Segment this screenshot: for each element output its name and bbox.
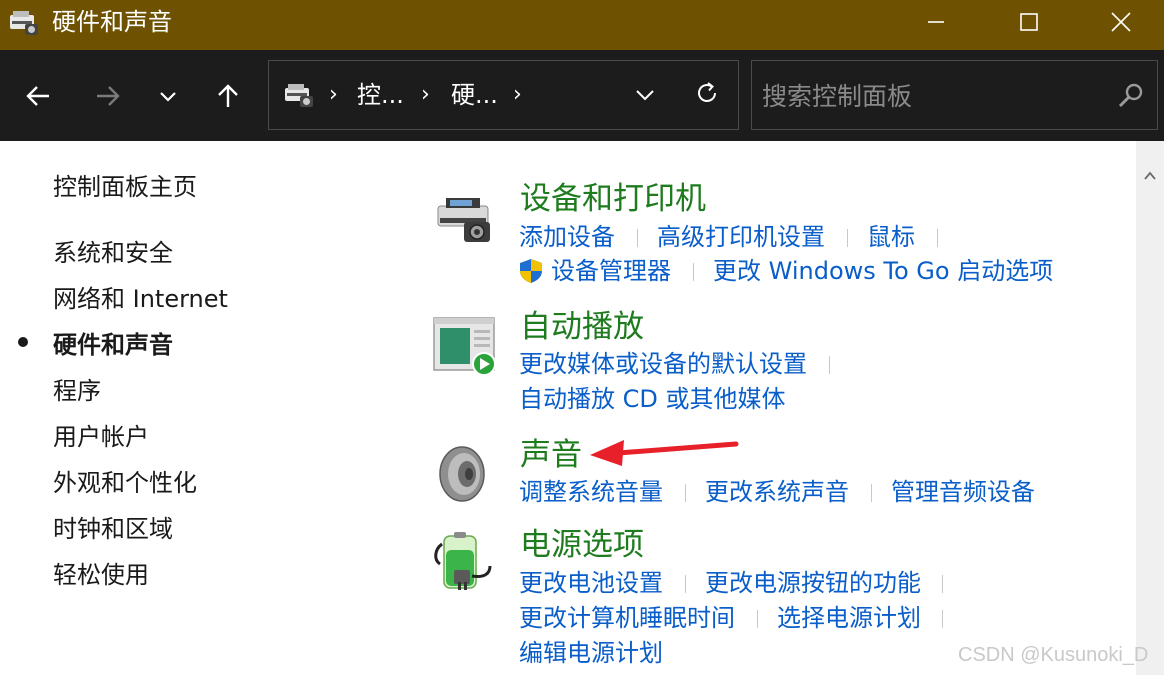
forward-button[interactable] [86,74,130,118]
search-input[interactable] [762,79,1102,113]
link-windows-to-go[interactable]: 更改 Windows To Go 启动选项 [713,256,1053,286]
window-title: 硬件和声音 [52,8,172,36]
link-separator [829,356,830,374]
close-button[interactable] [1075,0,1164,44]
link-choose-power-plan[interactable]: 选择电源计划 [777,603,921,633]
link-add-device[interactable]: 添加设备 [519,222,615,252]
link-separator [847,229,848,247]
link-change-system-sounds[interactable]: 更改系统声音 [705,477,849,507]
refresh-icon [698,82,716,102]
category-title-sound[interactable]: 声音 [520,436,582,474]
sidebar-item-user-accounts[interactable]: 用户帐户 [53,422,149,452]
search-icon[interactable] [1116,81,1146,111]
sidebar-item-clock-region[interactable]: 时钟和区域 [53,514,173,544]
breadcrumb-hardware-sound[interactable]: 硬... [451,80,498,110]
sidebar-item-programs[interactable]: 程序 [53,376,101,406]
navigation-bar: › 控... › 硬... › [0,50,1164,141]
link-edit-power-plan[interactable]: 编辑电源计划 [519,638,663,668]
sidebar-item-network-internet[interactable]: 网络和 Internet [53,284,228,314]
link-change-power-button[interactable]: 更改电源按钮的功能 [705,568,921,598]
maximize-button[interactable] [983,0,1075,44]
back-button[interactable] [16,74,60,118]
link-separator [685,575,686,593]
close-icon [1111,12,1131,32]
link-separator [937,229,938,247]
category-title-devices-printers[interactable]: 设备和打印机 [520,180,706,218]
printer-camera-icon [437,198,490,242]
hardware-sound-icon [10,11,38,35]
breadcrumb-separator[interactable]: › [513,80,522,110]
sidebar-item-ease-of-access[interactable]: 轻松使用 [53,560,149,590]
link-change-battery-settings[interactable]: 更改电池设置 [519,568,663,598]
arrow-up-icon [218,84,238,107]
arrow-left-icon [26,86,49,106]
address-bar[interactable]: › 控... › 硬... › [268,60,739,130]
recent-locations-button[interactable] [146,74,190,118]
category-title-power-options[interactable]: 电源选项 [520,526,644,564]
link-separator [871,484,872,502]
link-manage-audio-devices[interactable]: 管理音频设备 [891,477,1035,507]
chevron-down-icon [160,92,176,102]
link-separator [942,610,943,628]
arrow-right-icon [97,86,120,106]
vertical-scrollbar[interactable] [1136,141,1164,675]
scroll-up-icon[interactable] [1143,169,1157,183]
hardware-sound-icon [285,84,313,107]
link-device-manager[interactable]: 设备管理器 [551,256,671,286]
link-autoplay-cd[interactable]: 自动播放 CD 或其他媒体 [519,384,786,414]
breadcrumb-separator[interactable]: › [421,80,430,110]
search-box[interactable] [751,60,1158,130]
link-advanced-printer-setup[interactable]: 高级打印机设置 [657,222,825,252]
watermark: CSDN @Kusunoki_D [958,644,1149,666]
minimize-button[interactable] [890,0,982,44]
title-bar: 硬件和声音 [0,0,1164,50]
category-title-autoplay[interactable]: 自动播放 [520,308,644,346]
link-separator [757,610,758,628]
link-change-sleep-time[interactable]: 更改计算机睡眠时间 [519,603,735,633]
battery-plug-icon [434,532,492,590]
breadcrumb-separator[interactable]: › [329,80,338,110]
link-separator [637,229,638,247]
annotation-arrow [590,440,739,466]
sidebar-item-appearance[interactable]: 外观和个性化 [53,468,197,498]
autoplay-icon [433,317,496,376]
sidebar-item-control-panel-home[interactable]: 控制面板主页 [53,172,197,202]
shield-icon [520,259,542,283]
refresh-button[interactable] [687,73,727,113]
address-dropdown-button[interactable] [625,75,665,115]
breadcrumb-control-panel[interactable]: 控... [357,80,404,110]
up-button[interactable] [206,74,250,118]
link-mouse[interactable]: 鼠标 [867,222,915,252]
chevron-down-icon [636,90,654,101]
link-separator [685,484,686,502]
sidebar-item-system-security[interactable]: 系统和安全 [53,238,173,268]
maximize-icon [1020,13,1038,31]
link-adjust-volume[interactable]: 调整系统音量 [519,477,663,507]
minimize-icon [928,21,944,23]
link-change-media-defaults[interactable]: 更改媒体或设备的默认设置 [519,349,807,379]
speaker-icon [439,446,485,502]
link-separator [693,263,694,281]
sidebar-item-hardware-sound: 硬件和声音 [53,331,173,359]
active-item-bullet [18,337,28,347]
link-separator [942,575,943,593]
